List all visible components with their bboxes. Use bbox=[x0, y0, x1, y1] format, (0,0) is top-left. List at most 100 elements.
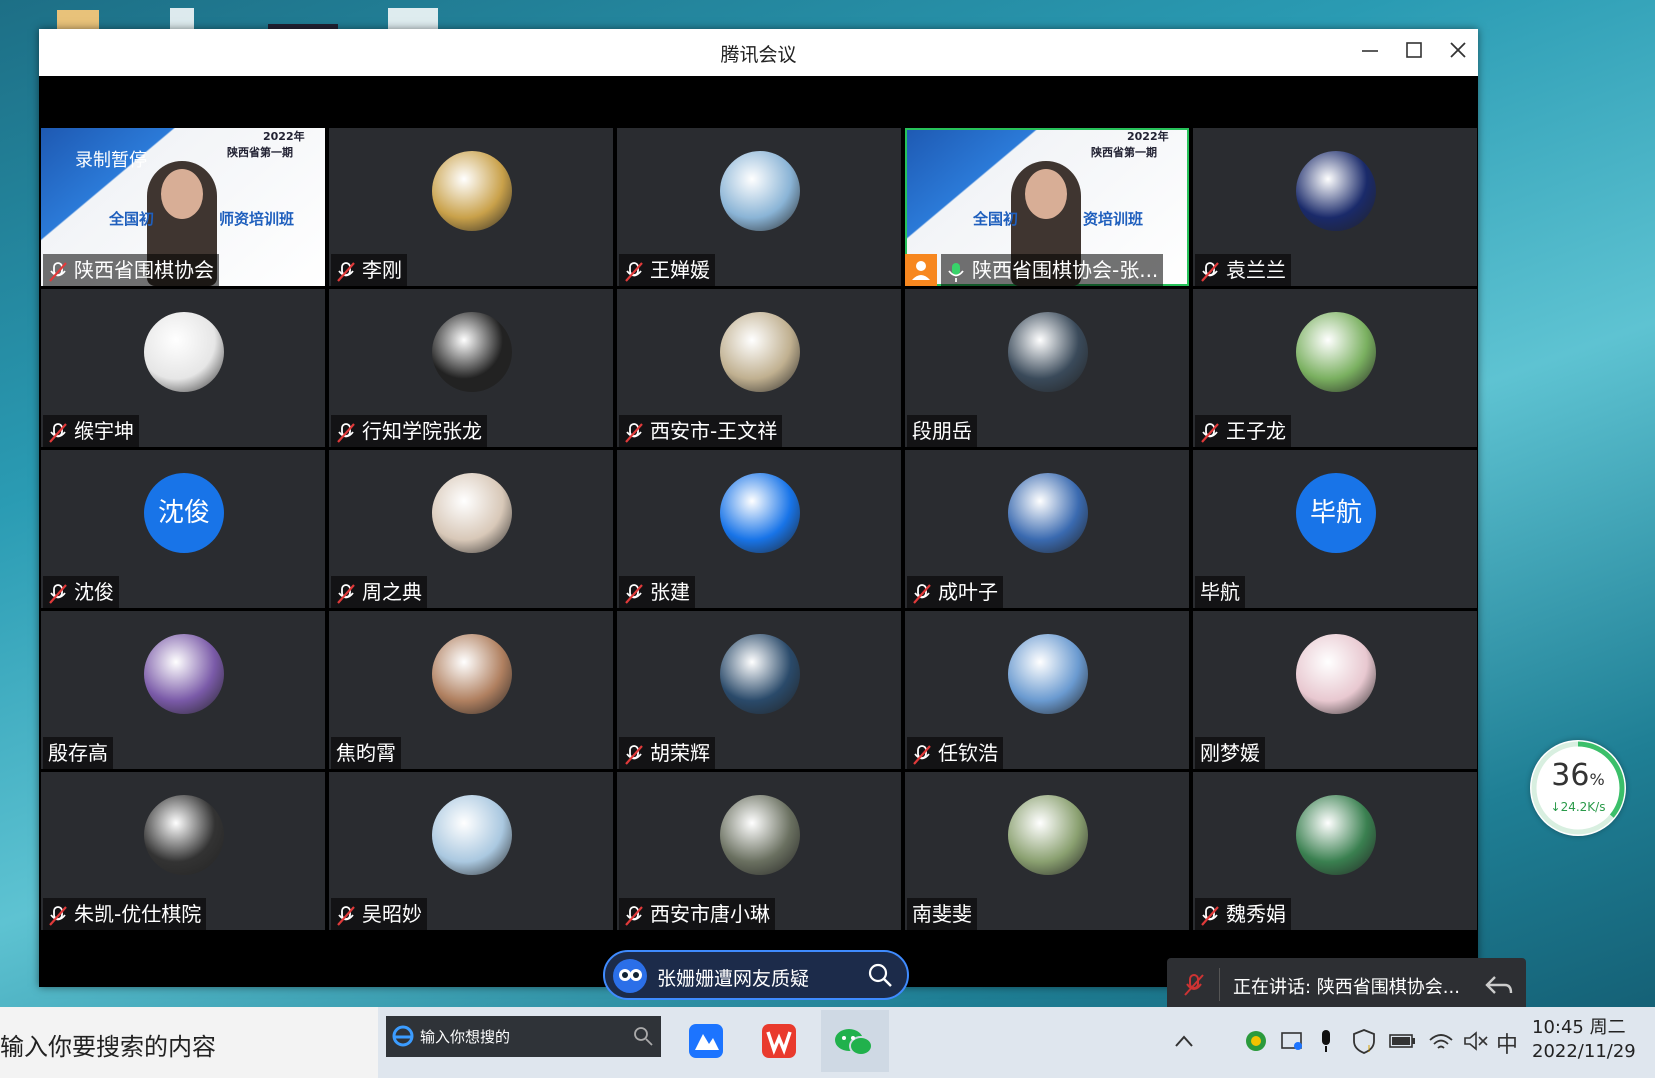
participant-tile[interactable]: 魏秀娟 bbox=[1193, 772, 1477, 930]
minimize-icon bbox=[1362, 50, 1378, 52]
participant-tile[interactable]: 刚梦媛 bbox=[1193, 611, 1477, 769]
wps-taskbar-icon[interactable] bbox=[748, 1010, 812, 1072]
participant-tile[interactable]: 成叶子 bbox=[905, 450, 1189, 608]
participant-name: 缑宇坤 bbox=[74, 419, 134, 443]
now-speaking-text: 正在讲话: 陕西省围棋协会... bbox=[1233, 977, 1460, 998]
participant-name-label: 李刚 bbox=[331, 254, 407, 286]
minimize-button[interactable] bbox=[1353, 37, 1387, 69]
mic-muted-icon bbox=[337, 261, 355, 282]
participant-name: 李刚 bbox=[362, 258, 402, 282]
search-icon[interactable] bbox=[867, 962, 893, 988]
volume-muted-icon[interactable] bbox=[1463, 1030, 1489, 1052]
ime-indicator[interactable]: 中 bbox=[1496, 1027, 1518, 1059]
participant-name-label: 胡荣辉 bbox=[619, 737, 715, 769]
participant-tile[interactable]: 王子龙 bbox=[1193, 289, 1477, 447]
participant-tile[interactable]: 2022年 陕西省第一期 全国初 师资培训班 录制暂停 陕西省围棋协会 bbox=[41, 128, 325, 286]
participant-tile[interactable]: 胡荣辉 bbox=[617, 611, 901, 769]
close-button[interactable] bbox=[1441, 37, 1475, 69]
battery-icon[interactable] bbox=[1388, 1032, 1416, 1050]
desktop-icon-fragment bbox=[57, 10, 99, 29]
participant-tile[interactable]: 吴昭妙 bbox=[329, 772, 613, 930]
memory-percent: 36% bbox=[1551, 758, 1605, 793]
participant-name: 王子龙 bbox=[1226, 419, 1286, 443]
download-speed: ↓24.2K/s bbox=[1550, 800, 1606, 814]
avatar bbox=[1008, 634, 1088, 714]
microphone-tray-icon[interactable] bbox=[1318, 1028, 1334, 1054]
defender-shield-icon[interactable]: ! bbox=[1351, 1028, 1377, 1054]
avatar bbox=[1008, 795, 1088, 875]
clock[interactable]: 10:45 周二 2022/11/29 bbox=[1532, 1016, 1636, 1064]
security-tray-icon[interactable] bbox=[1244, 1029, 1268, 1053]
search-icon[interactable] bbox=[633, 1026, 653, 1046]
banner-year: 2022年 bbox=[263, 130, 305, 143]
hot-search-pill[interactable]: 张姗姗遭网友质疑 bbox=[603, 950, 909, 1000]
network-speed-gauge[interactable]: 36% ↓24.2K/s bbox=[1530, 740, 1626, 836]
maximize-icon bbox=[1406, 42, 1422, 58]
taskbar: 输入你要搜索的内容 输入你想搜的 ! 中 10:45 周二 2022/11/29 bbox=[0, 1007, 1655, 1078]
mic-muted-icon bbox=[913, 744, 931, 765]
participant-name-label: 周之典 bbox=[331, 576, 427, 608]
participant-name: 南斐斐 bbox=[912, 902, 972, 926]
tencent-meeting-taskbar-icon[interactable] bbox=[673, 1010, 737, 1072]
participant-name-label: 魏秀娟 bbox=[1195, 898, 1291, 930]
participant-name: 西安市-王文祥 bbox=[650, 419, 778, 443]
return-arrow-icon[interactable] bbox=[1485, 973, 1513, 997]
avatar bbox=[720, 151, 800, 231]
video-face bbox=[161, 169, 203, 219]
participant-name-label: 张建 bbox=[619, 576, 695, 608]
clock-time: 10:45 周二 bbox=[1532, 1017, 1626, 1038]
participant-name: 魏秀娟 bbox=[1226, 902, 1286, 926]
participant-tile[interactable]: 任钦浩 bbox=[905, 611, 1189, 769]
taskbar-search-box[interactable]: 输入你要搜索的内容 bbox=[0, 1007, 378, 1078]
participant-name-label: 吴昭妙 bbox=[331, 898, 427, 930]
wechat-taskbar-icon[interactable] bbox=[821, 1010, 889, 1072]
participant-tile[interactable]: 张建 bbox=[617, 450, 901, 608]
banner-line: 陕西省第一期 bbox=[227, 146, 293, 159]
participant-name: 王婵媛 bbox=[650, 258, 710, 282]
participant-tile[interactable]: 行知学院张龙 bbox=[329, 289, 613, 447]
banner-title-right: 资培训班 bbox=[1083, 210, 1144, 228]
participant-tile[interactable]: 焦昀霄 bbox=[329, 611, 613, 769]
banner-year: 2022年 bbox=[1127, 130, 1169, 143]
participant-tile[interactable]: 殷存高 bbox=[41, 611, 325, 769]
participant-tile[interactable]: 王婵媛 bbox=[617, 128, 901, 286]
avatar: 毕航 bbox=[1296, 473, 1376, 553]
banner-title-right: 师资培训班 bbox=[219, 210, 295, 228]
participant-name-label: 成叶子 bbox=[907, 576, 1003, 608]
avatar bbox=[144, 312, 224, 392]
mic-muted-icon bbox=[337, 583, 355, 604]
participant-tile[interactable]: 南斐斐 bbox=[905, 772, 1189, 930]
participant-name-label: 南斐斐 bbox=[907, 898, 977, 930]
participant-tile[interactable]: 袁兰兰 bbox=[1193, 128, 1477, 286]
participant-name-label: 陕西省围棋协会 bbox=[43, 254, 219, 286]
mic-muted-icon[interactable] bbox=[1183, 973, 1205, 997]
remote-tray-icon[interactable] bbox=[1280, 1030, 1304, 1052]
participant-name-label: 刚梦媛 bbox=[1195, 737, 1265, 769]
separator bbox=[1219, 968, 1220, 1001]
participant-tile[interactable]: 李刚 bbox=[329, 128, 613, 286]
maximize-button[interactable] bbox=[1397, 37, 1431, 69]
avatar bbox=[144, 634, 224, 714]
participant-tile[interactable]: 2022年 陕西省第一期 全国初 资培训班 陕西省围棋协会-张... bbox=[905, 128, 1189, 286]
participant-tile[interactable]: 段朋岳 bbox=[905, 289, 1189, 447]
speaker-toast: 正在讲话: 陕西省围棋协会... bbox=[1167, 958, 1526, 1011]
participant-tile[interactable]: 毕航 毕航 bbox=[1193, 450, 1477, 608]
mic-muted-icon bbox=[49, 905, 67, 926]
participant-name-label: 王子龙 bbox=[1195, 415, 1291, 447]
participant-name: 毕航 bbox=[1200, 580, 1240, 604]
participant-name-label: 任钦浩 bbox=[907, 737, 1003, 769]
participant-tile[interactable]: 沈俊 沈俊 bbox=[41, 450, 325, 608]
participant-tile[interactable]: 缑宇坤 bbox=[41, 289, 325, 447]
participant-tile[interactable]: 朱凯-优仕棋院 bbox=[41, 772, 325, 930]
svg-text:!: ! bbox=[1367, 1044, 1371, 1054]
ie-icon bbox=[392, 1025, 414, 1047]
banner-line: 陕西省第一期 bbox=[1091, 146, 1157, 159]
browser-search-box[interactable]: 输入你想搜的 bbox=[386, 1016, 661, 1057]
participant-name: 张建 bbox=[650, 580, 690, 604]
participant-tile[interactable]: 西安市-王文祥 bbox=[617, 289, 901, 447]
wifi-icon[interactable] bbox=[1428, 1030, 1454, 1052]
mic-muted-icon bbox=[625, 905, 643, 926]
participant-tile[interactable]: 西安市唐小琳 bbox=[617, 772, 901, 930]
participant-tile[interactable]: 周之典 bbox=[329, 450, 613, 608]
chevron-up-icon[interactable] bbox=[1173, 1032, 1195, 1050]
